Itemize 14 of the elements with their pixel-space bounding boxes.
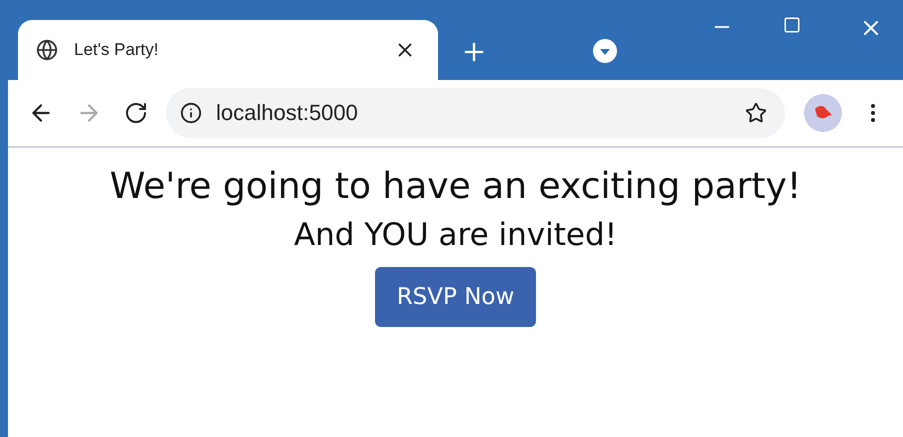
page-subheading: And YOU are invited! [294, 217, 618, 253]
browser-tab[interactable]: Let's Party! [18, 20, 438, 80]
profile-avatar-icon[interactable] [803, 93, 843, 133]
reload-icon[interactable] [124, 101, 148, 125]
url-text: localhost:5000 [216, 100, 359, 126]
address-bar[interactable]: localhost:5000 [166, 88, 785, 138]
info-icon [180, 102, 202, 124]
tab-search-icon[interactable] [592, 38, 618, 64]
star-icon[interactable] [745, 102, 767, 124]
page-heading: We're going to have an exciting party! [110, 166, 802, 207]
globe-icon [36, 39, 58, 61]
rsvp-button[interactable]: RSVP Now [374, 267, 536, 327]
maximize-icon[interactable] [783, 16, 801, 34]
tab-title: Let's Party! [74, 40, 160, 60]
